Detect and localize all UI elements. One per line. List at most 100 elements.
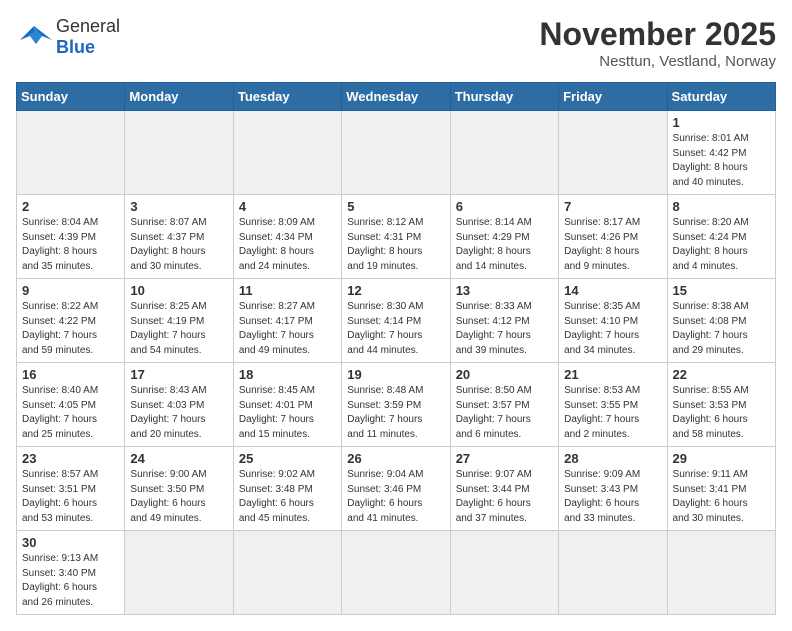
day-number: 22	[673, 367, 770, 382]
day-cell: 18 Sunrise: 8:45 AM Sunset: 4:01 PM Dayli…	[233, 363, 341, 447]
day-cell: 11 Sunrise: 8:27 AM Sunset: 4:17 PM Dayli…	[233, 279, 341, 363]
day-cell	[559, 531, 667, 615]
logo-text: General Blue	[56, 16, 120, 56]
day-cell: 10 Sunrise: 8:25 AM Sunset: 4:19 PM Dayli…	[125, 279, 233, 363]
week-row-6: 30Sunrise: 9:13 AM Sunset: 3:40 PM Dayli…	[17, 531, 776, 615]
day-info: Sunrise: 8:30 AM Sunset: 4:14 PM Dayligh…	[347, 300, 444, 358]
day-info: Sunrise: 8:45 AM Sunset: 4:01 PM Dayligh…	[239, 384, 336, 442]
day-cell	[667, 531, 775, 615]
day-number: 25	[239, 451, 336, 466]
day-cell: 29Sunrise: 9:11 AM Sunset: 3:41 PM Dayli…	[667, 447, 775, 531]
day-number: 28	[564, 451, 661, 466]
day-info: Sunrise: 8:25 AM Sunset: 4:19 PM Dayligh…	[130, 300, 227, 358]
location: Nesttun, Vestland, Norway	[539, 53, 776, 70]
title-block: November 2025 Nesttun, Vestland, Norway	[539, 16, 776, 70]
day-info: Sunrise: 8:55 AM Sunset: 3:53 PM Dayligh…	[673, 384, 770, 442]
day-cell: 23Sunrise: 8:57 AM Sunset: 3:51 PM Dayli…	[17, 447, 125, 531]
day-info: Sunrise: 8:17 AM Sunset: 4:26 PM Dayligh…	[564, 216, 661, 274]
day-info: Sunrise: 8:27 AM Sunset: 4:17 PM Dayligh…	[239, 300, 336, 358]
day-cell	[450, 111, 558, 195]
day-cell: 17Sunrise: 8:43 AM Sunset: 4:03 PM Dayli…	[125, 363, 233, 447]
day-info: Sunrise: 8:43 AM Sunset: 4:03 PM Dayligh…	[130, 384, 227, 442]
weekday-header-monday: Monday	[125, 83, 233, 111]
day-cell: 8 Sunrise: 8:20 AM Sunset: 4:24 PM Daylig…	[667, 195, 775, 279]
week-row-1: 1Sunrise: 8:01 AM Sunset: 4:42 PM Daylig…	[17, 111, 776, 195]
day-cell: 19 Sunrise: 8:48 AM Sunset: 3:59 PM Dayli…	[342, 363, 450, 447]
day-info: Sunrise: 8:48 AM Sunset: 3:59 PM Dayligh…	[347, 384, 444, 442]
day-number: 9	[22, 283, 119, 298]
day-cell: 26Sunrise: 9:04 AM Sunset: 3:46 PM Dayli…	[342, 447, 450, 531]
day-cell: 28 Sunrise: 9:09 AM Sunset: 3:43 PM Dayli…	[559, 447, 667, 531]
week-row-4: 16 Sunrise: 8:40 AM Sunset: 4:05 PM Dayli…	[17, 363, 776, 447]
day-cell	[233, 531, 341, 615]
day-cell	[125, 111, 233, 195]
day-number: 30	[22, 535, 119, 550]
day-info: Sunrise: 9:00 AM Sunset: 3:50 PM Dayligh…	[130, 468, 227, 526]
day-cell: 12Sunrise: 8:30 AM Sunset: 4:14 PM Dayli…	[342, 279, 450, 363]
day-number: 14	[564, 283, 661, 298]
logo-icon	[16, 22, 52, 50]
weekday-header-wednesday: Wednesday	[342, 83, 450, 111]
day-number: 10	[130, 283, 227, 298]
day-cell	[125, 531, 233, 615]
logo: General Blue	[16, 16, 120, 56]
day-info: Sunrise: 8:01 AM Sunset: 4:42 PM Dayligh…	[673, 132, 770, 190]
month-title: November 2025	[539, 16, 776, 53]
day-cell: 15 Sunrise: 8:38 AM Sunset: 4:08 PM Dayli…	[667, 279, 775, 363]
page-header: General Blue November 2025 Nesttun, Vest…	[16, 16, 776, 70]
day-number: 8	[673, 199, 770, 214]
day-cell: 6Sunrise: 8:14 AM Sunset: 4:29 PM Daylig…	[450, 195, 558, 279]
day-cell: 4Sunrise: 8:09 AM Sunset: 4:34 PM Daylig…	[233, 195, 341, 279]
weekday-header-row: SundayMondayTuesdayWednesdayThursdayFrid…	[17, 83, 776, 111]
week-row-2: 2 Sunrise: 8:04 AM Sunset: 4:39 PM Daylig…	[17, 195, 776, 279]
calendar: SundayMondayTuesdayWednesdayThursdayFrid…	[16, 82, 776, 615]
weekday-header-tuesday: Tuesday	[233, 83, 341, 111]
day-info: Sunrise: 8:33 AM Sunset: 4:12 PM Dayligh…	[456, 300, 553, 358]
weekday-header-saturday: Saturday	[667, 83, 775, 111]
day-number: 3	[130, 199, 227, 214]
weekday-header-friday: Friday	[559, 83, 667, 111]
day-info: Sunrise: 8:14 AM Sunset: 4:29 PM Dayligh…	[456, 216, 553, 274]
day-cell: 20 Sunrise: 8:50 AM Sunset: 3:57 PM Dayli…	[450, 363, 558, 447]
day-cell: 7Sunrise: 8:17 AM Sunset: 4:26 PM Daylig…	[559, 195, 667, 279]
day-info: Sunrise: 8:12 AM Sunset: 4:31 PM Dayligh…	[347, 216, 444, 274]
day-info: Sunrise: 9:04 AM Sunset: 3:46 PM Dayligh…	[347, 468, 444, 526]
day-number: 16	[22, 367, 119, 382]
day-number: 18	[239, 367, 336, 382]
day-number: 29	[673, 451, 770, 466]
day-info: Sunrise: 8:09 AM Sunset: 4:34 PM Dayligh…	[239, 216, 336, 274]
day-cell: 16 Sunrise: 8:40 AM Sunset: 4:05 PM Dayli…	[17, 363, 125, 447]
day-number: 15	[673, 283, 770, 298]
day-info: Sunrise: 9:02 AM Sunset: 3:48 PM Dayligh…	[239, 468, 336, 526]
week-row-5: 23Sunrise: 8:57 AM Sunset: 3:51 PM Dayli…	[17, 447, 776, 531]
day-info: Sunrise: 8:38 AM Sunset: 4:08 PM Dayligh…	[673, 300, 770, 358]
day-info: Sunrise: 9:09 AM Sunset: 3:43 PM Dayligh…	[564, 468, 661, 526]
day-cell: 24 Sunrise: 9:00 AM Sunset: 3:50 PM Dayli…	[125, 447, 233, 531]
day-number: 20	[456, 367, 553, 382]
day-cell	[450, 531, 558, 615]
day-number: 11	[239, 283, 336, 298]
weekday-header-sunday: Sunday	[17, 83, 125, 111]
day-cell: 30Sunrise: 9:13 AM Sunset: 3:40 PM Dayli…	[17, 531, 125, 615]
day-cell: 5 Sunrise: 8:12 AM Sunset: 4:31 PM Daylig…	[342, 195, 450, 279]
day-cell	[559, 111, 667, 195]
day-number: 23	[22, 451, 119, 466]
day-info: Sunrise: 8:40 AM Sunset: 4:05 PM Dayligh…	[22, 384, 119, 442]
day-info: Sunrise: 8:35 AM Sunset: 4:10 PM Dayligh…	[564, 300, 661, 358]
week-row-3: 9 Sunrise: 8:22 AM Sunset: 4:22 PM Daylig…	[17, 279, 776, 363]
day-info: Sunrise: 8:04 AM Sunset: 4:39 PM Dayligh…	[22, 216, 119, 274]
day-number: 2	[22, 199, 119, 214]
day-cell: 25 Sunrise: 9:02 AM Sunset: 3:48 PM Dayli…	[233, 447, 341, 531]
day-cell	[17, 111, 125, 195]
day-number: 24	[130, 451, 227, 466]
day-number: 19	[347, 367, 444, 382]
day-number: 5	[347, 199, 444, 214]
day-info: Sunrise: 8:22 AM Sunset: 4:22 PM Dayligh…	[22, 300, 119, 358]
day-info: Sunrise: 8:20 AM Sunset: 4:24 PM Dayligh…	[673, 216, 770, 274]
day-number: 21	[564, 367, 661, 382]
day-cell: 2 Sunrise: 8:04 AM Sunset: 4:39 PM Daylig…	[17, 195, 125, 279]
day-cell: 13Sunrise: 8:33 AM Sunset: 4:12 PM Dayli…	[450, 279, 558, 363]
day-cell: 9 Sunrise: 8:22 AM Sunset: 4:22 PM Daylig…	[17, 279, 125, 363]
day-cell: 22 Sunrise: 8:55 AM Sunset: 3:53 PM Dayli…	[667, 363, 775, 447]
day-info: Sunrise: 8:50 AM Sunset: 3:57 PM Dayligh…	[456, 384, 553, 442]
